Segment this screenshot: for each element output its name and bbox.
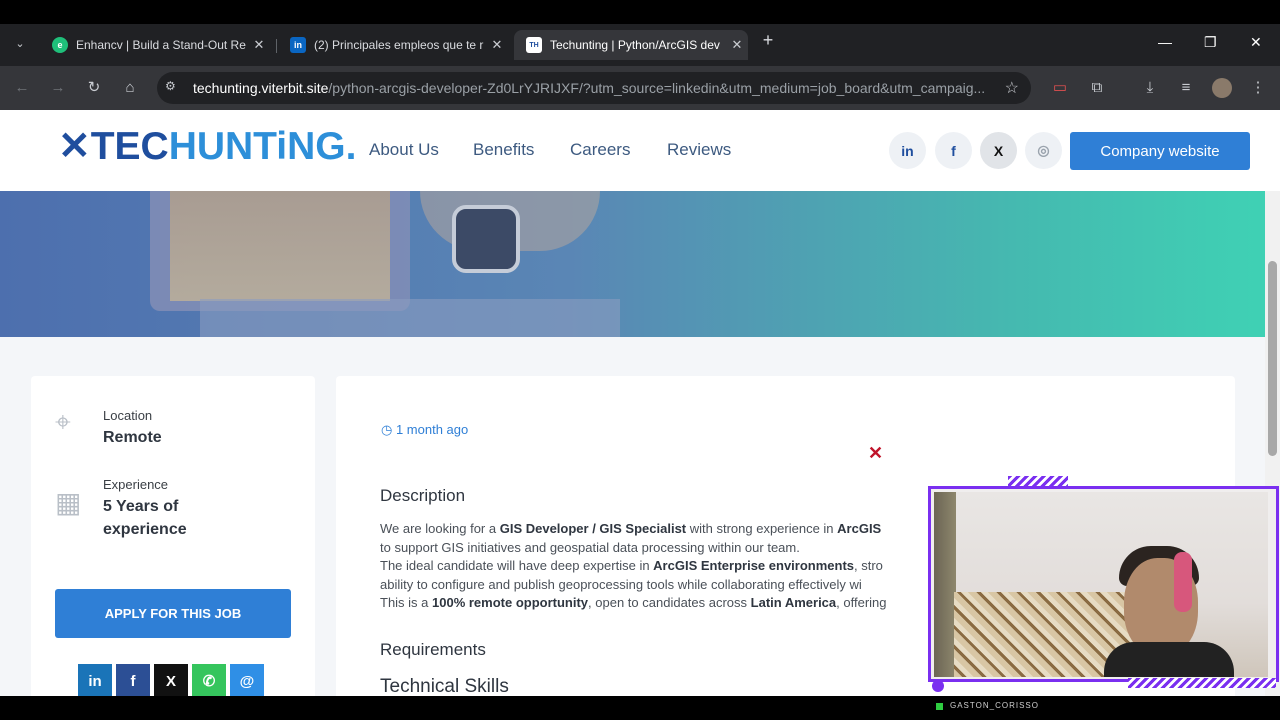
share-linkedin-icon[interactable]: in (78, 664, 112, 696)
requirements-heading: Requirements (380, 640, 486, 659)
location-pin-icon: ⌖ (55, 406, 71, 437)
description-heading: Description (380, 486, 466, 505)
close-popup-icon[interactable]: ✕ (868, 443, 883, 464)
logo-mark-icon: ✕ (58, 125, 91, 168)
streamer-name: GASTON_CORISSO (950, 701, 1039, 710)
apply-button[interactable]: APPLY FOR THIS JOB (55, 589, 291, 638)
reload-icon[interactable]: ↻ (84, 78, 104, 98)
top-black-bar (0, 0, 1280, 24)
home-icon[interactable]: ⌂ (120, 78, 140, 98)
bookmark-star-icon[interactable]: ☆ (1005, 78, 1019, 98)
site-header: ✕TECHUNTiNG. About Us Benefits Careers R… (0, 110, 1280, 191)
experience-value: 5 Years of experience (103, 498, 187, 538)
webcam-frame-decoration (1008, 476, 1068, 486)
bottom-black-bar (0, 696, 1280, 720)
browser-toolbar: ← → ↻ ⌂ ⚙ techunting.viterbit.site/pytho… (0, 66, 1280, 110)
back-icon[interactable]: ← (12, 78, 32, 98)
location-value: Remote (103, 429, 162, 446)
address-bar[interactable]: ⚙ techunting.viterbit.site/python-arcgis… (157, 72, 1031, 104)
technical-skills-heading: Technical Skills (380, 676, 509, 696)
webcam-video (934, 492, 1268, 677)
download-icon[interactable]: ⤓ (1140, 78, 1160, 98)
media-icon[interactable]: ≡ (1176, 78, 1196, 98)
forward-icon[interactable]: → (48, 78, 68, 98)
x-twitter-icon[interactable]: X (980, 132, 1017, 169)
close-tab-icon[interactable]: ✕ (486, 37, 508, 53)
profile-avatar[interactable] (1212, 78, 1232, 98)
experience-label: Experience (103, 477, 169, 492)
calendar-icon: ▦ (55, 487, 82, 518)
job-summary-card: ⌖ Location Remote ▦ Experience 5 Years o… (31, 376, 315, 696)
posted-date: ◷ 1 month ago (381, 422, 469, 437)
enhancv-icon: e (52, 37, 68, 53)
techunting-logo[interactable]: ✕TECHUNTiNG. (58, 124, 356, 169)
cast-icon[interactable]: ▭ (1050, 78, 1070, 98)
share-whatsapp-icon[interactable]: ✆ (192, 664, 226, 696)
hero-banner-image (0, 191, 1265, 337)
new-tab-icon[interactable]: + (758, 30, 778, 50)
tab-separator (276, 39, 277, 53)
webcam-frame-decoration-bottom (1128, 678, 1276, 688)
browser-tab-strip: ⌄ e Enhancv | Build a Stand-Out Re ✕ in … (0, 24, 1280, 66)
close-tab-icon[interactable]: ✕ (726, 37, 748, 53)
restore-icon[interactable]: ❐ (1204, 34, 1217, 51)
tab-search-icon[interactable]: ⌄ (8, 31, 32, 55)
description-body: We are looking for a GIS Developer / GIS… (380, 521, 887, 610)
clock-icon: ◷ (381, 422, 396, 437)
tab-title: (2) Principales empleos que te r (314, 38, 484, 52)
share-email-icon[interactable]: @ (230, 664, 264, 696)
tab-linkedin[interactable]: in (2) Principales empleos que te r ✕ (278, 30, 508, 60)
tab-techunting[interactable]: TH Techunting | Python/ArcGIS dev ✕ (514, 30, 748, 60)
site-info-icon[interactable]: ⚙ (165, 79, 176, 93)
url-text[interactable]: techunting.viterbit.site/python-arcgis-d… (193, 80, 985, 96)
close-tab-icon[interactable]: ✕ (248, 37, 270, 53)
nav-benefits[interactable]: Benefits (473, 140, 534, 160)
banner-screen (170, 191, 390, 301)
twitch-icon (932, 680, 944, 692)
techunting-icon: TH (526, 37, 542, 53)
close-window-icon[interactable]: ✕ (1250, 34, 1262, 51)
tab-title: Techunting | Python/ArcGIS dev (550, 38, 720, 52)
instagram-icon[interactable]: ◎ (1025, 132, 1062, 169)
tab-enhancv[interactable]: e Enhancv | Build a Stand-Out Re ✕ (40, 30, 270, 60)
banner-laptop-base (200, 299, 620, 337)
streamer-badge-icon (936, 703, 943, 710)
nav-careers[interactable]: Careers (570, 140, 630, 160)
webcam-person-body (1104, 642, 1234, 677)
facebook-icon[interactable]: f (935, 132, 972, 169)
minimize-icon[interactable]: — (1158, 34, 1172, 50)
nav-reviews[interactable]: Reviews (667, 140, 731, 160)
share-facebook-icon[interactable]: f (116, 664, 150, 696)
linkedin-icon[interactable]: in (889, 132, 926, 169)
menu-icon[interactable]: ⋮ (1248, 78, 1268, 98)
webcam-headset (1174, 552, 1192, 612)
linkedin-icon: in (290, 37, 306, 53)
webcam-curtain (934, 492, 956, 677)
scrollbar-thumb[interactable] (1268, 261, 1277, 456)
company-website-button[interactable]: Company website (1070, 132, 1250, 170)
tab-title: Enhancv | Build a Stand-Out Re (76, 38, 246, 52)
extensions-icon[interactable]: ⧉ (1087, 78, 1107, 98)
banner-watch (452, 205, 520, 273)
nav-about-us[interactable]: About Us (369, 140, 439, 160)
location-label: Location (103, 408, 153, 423)
share-x-icon[interactable]: X (154, 664, 188, 696)
webcam-overlay (918, 474, 1279, 692)
